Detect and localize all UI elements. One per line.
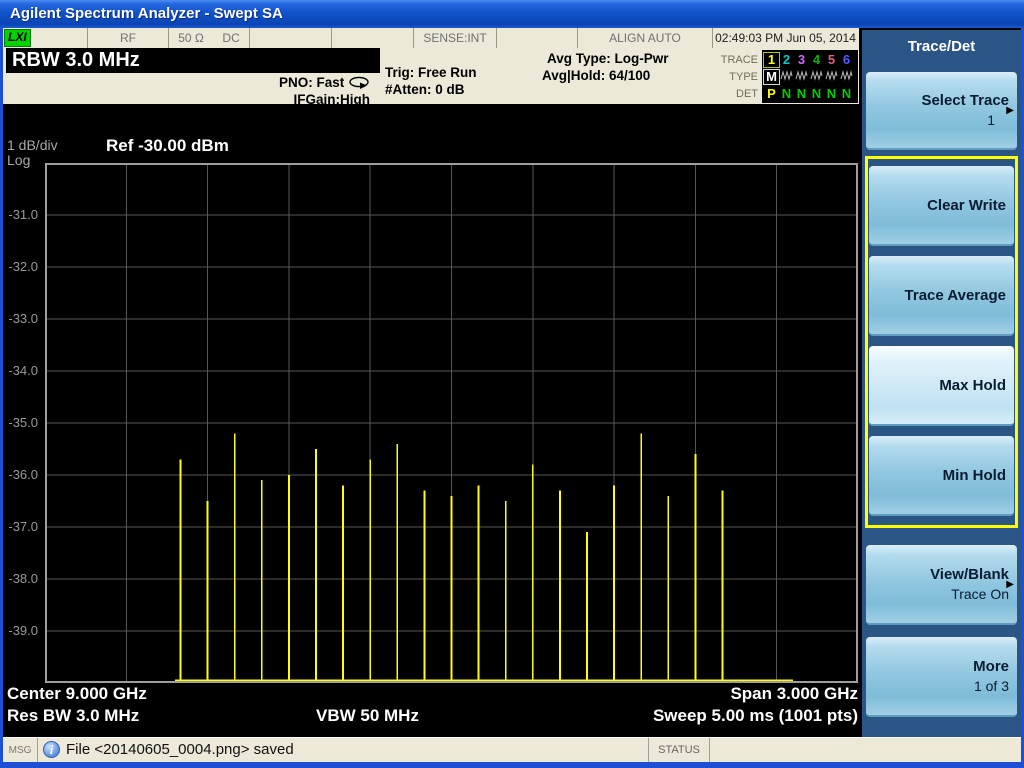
- trace-type-waveform-icon: [809, 70, 824, 84]
- trace-type-waveform-icon: [839, 70, 854, 84]
- softkey-menu-title: Trace/Det: [862, 38, 1021, 55]
- avg-hold-readout: Avg|Hold: 64/100: [542, 67, 669, 84]
- softkey-label: View/Blank: [930, 566, 1009, 583]
- trace-type-active: M: [764, 70, 779, 84]
- trace-number: 2: [779, 53, 794, 67]
- softkey-more[interactable]: More 1 of 3: [866, 637, 1017, 717]
- y-axis-label: -39.0: [2, 623, 38, 638]
- submenu-arrow-icon: ▶: [1006, 105, 1014, 116]
- y-axis-label: -31.0: [2, 207, 38, 222]
- status-label: STATUS: [648, 738, 710, 762]
- softkey-trace-average[interactable]: Trace Average: [869, 256, 1014, 336]
- trace-number: 4: [809, 53, 824, 67]
- window-titlebar: Agilent Spectrum Analyzer - Swept SA: [0, 0, 1024, 28]
- detector-row: PNNNNN: [764, 85, 856, 102]
- y-axis-label: -33.0: [2, 311, 38, 326]
- softkey-label: Clear Write: [927, 197, 1006, 214]
- graticule-and-trace: [45, 163, 858, 683]
- trace-number: 6: [839, 53, 854, 67]
- detector-letter: N: [779, 87, 794, 101]
- softkey-panel: Trace/Det Select Trace ▶ 1 Clear Write T…: [862, 30, 1021, 737]
- trace-number: 5: [824, 53, 839, 67]
- pno-block: PNO: Fast IFGain:High: [218, 74, 370, 108]
- attenuation-readout: #Atten: 0 dB: [385, 81, 477, 98]
- trigger-block: Trig: Free Run #Atten: 0 dB: [385, 64, 477, 98]
- align-indicator: ALIGN AUTO: [578, 28, 713, 48]
- trace-numbers-row: 123456: [764, 51, 856, 68]
- softkey-value: Trace On: [951, 586, 1009, 602]
- impedance-indicator: 50 Ω: [178, 31, 204, 45]
- trace-type-waveform-icon: [794, 70, 809, 84]
- scale-type-readout: Log: [7, 152, 30, 168]
- y-axis-label: -37.0: [2, 519, 38, 534]
- trace-legend-labels: TRACE TYPE DET: [700, 52, 758, 103]
- softkey-label: Min Hold: [943, 467, 1006, 484]
- detector-letter: N: [809, 87, 824, 101]
- clock: 02:49:03 PM Jun 05, 2014: [713, 28, 858, 48]
- ref-level-readout: Ref -30.00 dBm: [106, 136, 229, 156]
- sweep-readout: Sweep 5.00 ms (1001 pts): [653, 706, 858, 726]
- softkey-label: More: [973, 658, 1009, 675]
- empty-cell-2: [332, 28, 414, 48]
- trace-row-label: TRACE: [700, 52, 758, 69]
- trace-legend: 123456 M PNNNNN: [762, 50, 858, 103]
- settings-strip: LXI RF 50 Ω DC SENSE:INT ALIGN AUTO 02:4…: [3, 28, 859, 48]
- softkey-min-hold[interactable]: Min Hold: [869, 436, 1014, 516]
- trace-type-waveform-icon: [824, 70, 839, 84]
- softkey-select-trace[interactable]: Select Trace ▶ 1: [866, 72, 1017, 150]
- y-axis-label: -34.0: [2, 363, 38, 378]
- det-row-label: DET: [700, 86, 758, 103]
- pno-readout: PNO: Fast: [279, 75, 344, 90]
- window-title: Agilent Spectrum Analyzer - Swept SA: [10, 5, 283, 22]
- center-freq-readout: Center 9.000 GHz: [7, 684, 147, 704]
- softkey-view-blank[interactable]: View/Blank ▶ Trace On: [866, 545, 1017, 625]
- average-block: Avg Type: Log-Pwr Avg|Hold: 64/100: [542, 50, 669, 84]
- scale-per-div-readout: 1 dB/div: [7, 137, 58, 153]
- detector-letter: N: [794, 87, 809, 101]
- spectrum-analyzer-screen: Agilent Spectrum Analyzer - Swept SA LXI…: [0, 0, 1024, 768]
- softkey-label: Max Hold: [939, 377, 1006, 394]
- type-row-label: TYPE: [700, 69, 758, 86]
- vbw-readout: VBW 50 MHz: [316, 706, 419, 726]
- y-axis-label: -36.0: [2, 467, 38, 482]
- y-axis-label: -35.0: [2, 415, 38, 430]
- softkey-label: Select Trace: [921, 92, 1009, 109]
- softkey-max-hold[interactable]: Max Hold: [869, 346, 1014, 426]
- sweep-loop-icon: [348, 76, 370, 89]
- span-readout: Span 3.000 GHz: [730, 684, 858, 704]
- softkey-clear-write[interactable]: Clear Write: [869, 166, 1014, 246]
- detector-letter: N: [824, 87, 839, 101]
- lxi-cell: LXI: [3, 28, 88, 48]
- y-axis-label: -32.0: [2, 259, 38, 274]
- trace-type-waveform-icon: [779, 70, 794, 84]
- msg-label: MSG: [3, 738, 38, 762]
- sense-indicator: SENSE:INT: [414, 28, 497, 48]
- msg-text: File <20140605_0004.png> saved: [66, 741, 294, 765]
- lxi-badge: LXI: [4, 29, 31, 47]
- info-icon: i: [43, 741, 60, 758]
- trigger-readout: Trig: Free Run: [385, 64, 477, 81]
- res-bw-readout: Res BW 3.0 MHz: [7, 706, 139, 726]
- trace-type-row: M: [764, 68, 856, 85]
- detector-letter: P: [764, 87, 779, 101]
- trace-number: 1: [764, 53, 779, 67]
- message-bar: MSG i File <20140605_0004.png> saved STA…: [3, 737, 1021, 762]
- coupling-indicator: DC: [222, 31, 239, 45]
- softkey-value: 1 of 3: [974, 678, 1009, 694]
- active-function-readout: RBW 3.0 MHz: [6, 48, 380, 73]
- detector-letter: N: [839, 87, 854, 101]
- softkey-label: Trace Average: [905, 287, 1006, 304]
- y-axis-label: -38.0: [2, 571, 38, 586]
- trace-number: 3: [794, 53, 809, 67]
- rf-indicator: RF: [88, 28, 169, 48]
- empty-cell-1: [250, 28, 332, 48]
- empty-cell-3: [497, 28, 578, 48]
- input-cell: 50 Ω DC: [169, 28, 250, 48]
- avg-type-readout: Avg Type: Log-Pwr: [542, 50, 669, 67]
- trace-mode-group: Clear Write Trace Average Max Hold Min H…: [865, 156, 1018, 528]
- submenu-arrow-icon: ▶: [1006, 579, 1014, 590]
